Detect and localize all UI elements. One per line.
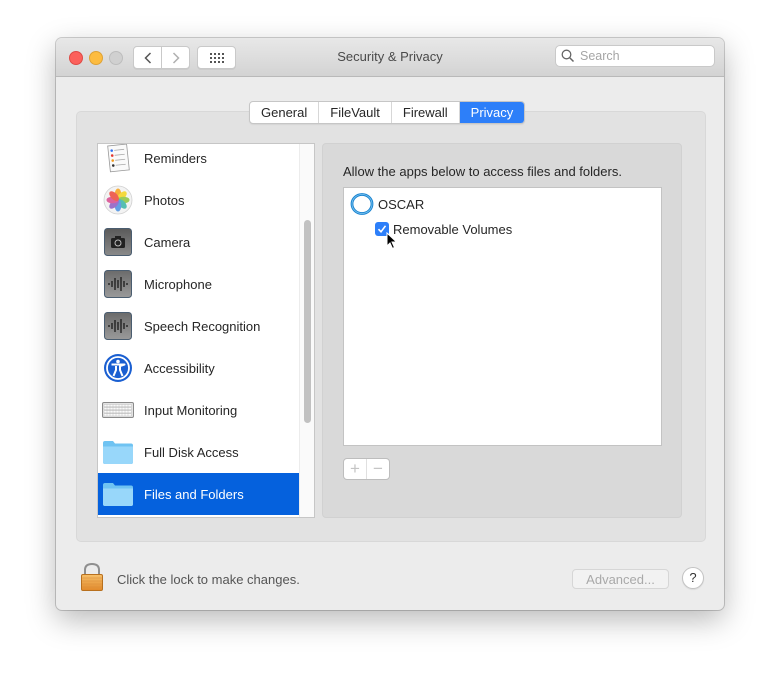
lock-status-text: Click the lock to make changes. bbox=[117, 572, 300, 587]
category-label: Full Disk Access bbox=[144, 444, 239, 460]
add-app-button[interactable]: + bbox=[344, 459, 367, 479]
search-icon bbox=[561, 49, 575, 63]
category-label: Microphone bbox=[144, 276, 212, 292]
category-label: Input Monitoring bbox=[144, 402, 238, 418]
category-label: Speech Recognition bbox=[144, 318, 261, 334]
tab-filevault[interactable]: FileVault bbox=[319, 102, 392, 123]
folder-icon bbox=[102, 436, 134, 468]
add-remove-buttons: + − bbox=[343, 458, 390, 480]
keyboard-icon bbox=[102, 394, 134, 426]
search-input[interactable] bbox=[578, 48, 712, 64]
tab-content-panel: Reminders Photos Camera Microphone Speec… bbox=[76, 111, 706, 542]
privacy-category-list: Reminders Photos Camera Microphone Speec… bbox=[97, 143, 315, 518]
mouse-pointer-icon bbox=[386, 232, 398, 250]
files-and-folders-panel: Allow the apps below to access files and… bbox=[322, 143, 682, 518]
category-item-camera[interactable]: Camera bbox=[98, 221, 299, 263]
security-privacy-window: Security & Privacy Reminders bbox=[56, 38, 724, 610]
microphone-icon bbox=[102, 268, 134, 300]
category-item-reminders[interactable]: Reminders bbox=[98, 144, 299, 179]
category-label: Files and Folders bbox=[144, 486, 244, 502]
app-row-oscar[interactable]: OSCAR bbox=[350, 193, 424, 215]
lock-icon bbox=[81, 562, 103, 591]
scrollbar-thumb[interactable] bbox=[304, 220, 311, 423]
photos-icon bbox=[102, 184, 134, 216]
tab-general[interactable]: General bbox=[250, 102, 320, 123]
category-list-scrollbar[interactable] bbox=[299, 144, 314, 517]
category-label: Photos bbox=[144, 192, 185, 208]
category-label: Camera bbox=[144, 234, 191, 250]
remove-app-button[interactable]: − bbox=[367, 459, 389, 479]
category-item-files-and-folders[interactable]: Files and Folders bbox=[98, 473, 299, 515]
category-label: Accessibility bbox=[144, 360, 215, 376]
help-button[interactable]: ? bbox=[682, 567, 704, 589]
panel-description: Allow the apps below to access files and… bbox=[343, 164, 622, 179]
apps-list[interactable]: OSCAR Removable Volumes bbox=[343, 187, 662, 446]
category-item-accessibility[interactable]: Accessibility bbox=[98, 347, 299, 389]
permission-label: Removable Volumes bbox=[393, 221, 513, 237]
category-item-full-disk-access[interactable]: Full Disk Access bbox=[98, 431, 299, 473]
title-bar: Security & Privacy bbox=[56, 38, 724, 77]
lock-button[interactable] bbox=[80, 562, 104, 595]
tab-privacy[interactable]: Privacy bbox=[459, 102, 525, 123]
speech-recognition-icon bbox=[102, 310, 134, 342]
tab-bar: General FileVault Firewall Privacy bbox=[249, 101, 526, 124]
advanced-button[interactable]: Advanced... bbox=[572, 569, 669, 589]
category-item-photos[interactable]: Photos bbox=[98, 179, 299, 221]
app-name: OSCAR bbox=[378, 196, 425, 212]
oscar-app-icon bbox=[350, 193, 374, 215]
tab-firewall[interactable]: Firewall bbox=[392, 102, 460, 123]
search-field[interactable] bbox=[555, 45, 715, 67]
folder-icon bbox=[102, 478, 134, 510]
reminders-icon bbox=[102, 144, 134, 174]
category-item-speech-recognition[interactable]: Speech Recognition bbox=[98, 305, 299, 347]
accessibility-icon bbox=[102, 352, 134, 384]
category-item-input-monitoring[interactable]: Input Monitoring bbox=[98, 389, 299, 431]
category-item-microphone[interactable]: Microphone bbox=[98, 263, 299, 305]
category-label: Reminders bbox=[144, 150, 207, 166]
camera-icon bbox=[102, 226, 134, 258]
